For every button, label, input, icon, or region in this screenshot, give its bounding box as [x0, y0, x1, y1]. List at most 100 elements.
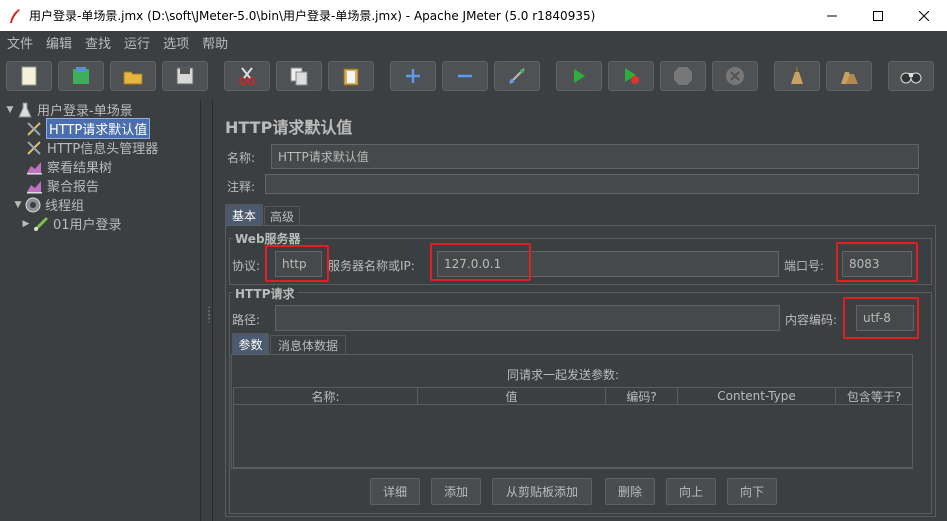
tree-item-results-tree[interactable]: 察看结果树 [26, 157, 112, 176]
new-icon [21, 66, 37, 86]
tab-body-data[interactable]: 消息体数据 [270, 335, 346, 354]
config-icon [26, 121, 44, 137]
collapse-all-button[interactable] [442, 61, 488, 91]
expand-icon [406, 69, 420, 83]
name-label: 名称: [227, 151, 256, 165]
tab-parameters[interactable]: 参数 [232, 333, 269, 354]
title-bar: 用户登录-单场景.jmx (D:\soft\JMeter-5.0\bin\用户登… [0, 0, 947, 31]
collapse-arrow-icon[interactable]: ▼ [12, 200, 24, 210]
tree-label: 聚合报告 [47, 180, 100, 195]
config-icon [26, 140, 44, 156]
highlight-port [836, 242, 918, 282]
expand-arrow-icon[interactable]: ▶ [20, 219, 32, 229]
comment-label: 注释: [227, 180, 256, 194]
start-button[interactable] [556, 61, 602, 91]
http-defaults-panel: HTTP请求默认值 名称: HTTP请求默认值 注释: 基本 高级 Web服务器… [214, 100, 947, 521]
collapse-icon [458, 74, 472, 78]
parameters-table[interactable]: 名称: 值 编码? Content-Type 包含等于? [233, 387, 913, 468]
add-button[interactable]: 添加 [431, 478, 481, 505]
start-icon [574, 69, 585, 83]
maximize-icon [873, 10, 883, 21]
menu-help[interactable]: 帮助 [202, 33, 228, 52]
stop-button[interactable] [660, 61, 706, 91]
tree-root-test-plan[interactable]: ▼ 用户登录-单场景 [4, 100, 133, 119]
open-button[interactable] [110, 61, 156, 91]
column-header-value[interactable]: 值 [418, 388, 606, 405]
templates-button[interactable] [58, 61, 104, 91]
menu-edit[interactable]: 编辑 [46, 33, 72, 52]
save-button[interactable] [162, 61, 208, 91]
clear-button[interactable] [774, 61, 820, 91]
expand-all-button[interactable] [390, 61, 436, 91]
shutdown-button[interactable] [712, 61, 758, 91]
tree-item-http-defaults[interactable]: HTTP请求默认值 [26, 118, 151, 139]
close-icon [919, 10, 929, 21]
listener-icon [26, 159, 44, 175]
tree-item-thread-group[interactable]: ▼ 线程组 [12, 195, 84, 214]
menu-run[interactable]: 运行 [124, 33, 150, 52]
toolbar [0, 53, 947, 99]
save-icon [176, 67, 194, 85]
port-label: 端口号: [784, 259, 825, 273]
new-button[interactable] [6, 61, 52, 91]
encoding-label: 内容编码: [785, 313, 838, 327]
collapse-arrow-icon[interactable]: ▼ [4, 105, 16, 115]
tree-item-login-sampler[interactable]: ▶ 01用户登录 [20, 214, 122, 233]
tab-advanced[interactable]: 高级 [264, 206, 300, 225]
clear-all-icon [841, 72, 858, 84]
listener-icon [26, 178, 44, 194]
toggle-icon [509, 68, 525, 84]
tree-label: HTTP信息头管理器 [47, 142, 159, 157]
server-label: 服务器名称或IP: [328, 259, 415, 273]
add-from-clipboard-button[interactable]: 从剪贴板添加 [492, 478, 592, 505]
menu-search[interactable]: 查找 [85, 33, 111, 52]
detail-button[interactable]: 详细 [370, 478, 420, 505]
close-button[interactable] [901, 0, 947, 31]
tree-label: 察看结果树 [47, 161, 113, 176]
column-header-content-type[interactable]: Content-Type [678, 388, 836, 405]
tab-basic[interactable]: 基本 [225, 204, 263, 225]
tree-label: 线程组 [45, 199, 85, 214]
split-pane-divider[interactable]: ⋮ ⋮ ⋮ [201, 100, 214, 521]
paste-button[interactable] [328, 61, 374, 91]
stop-icon [674, 67, 692, 85]
comment-field[interactable] [265, 174, 919, 194]
menu-file[interactable]: 文件 [7, 33, 33, 52]
tree-item-aggregate-report[interactable]: 聚合报告 [26, 176, 99, 195]
menu-options[interactable]: 选项 [163, 33, 189, 52]
highlight-server [430, 243, 531, 281]
maximize-button[interactable] [855, 0, 901, 31]
path-label: 路径: [232, 313, 261, 327]
minimize-icon [827, 15, 837, 16]
clear-all-button[interactable] [826, 61, 872, 91]
params-caption: 同请求一起发送参数: [507, 368, 620, 382]
column-header-name[interactable]: 名称: [234, 388, 418, 405]
tree-label: 01用户登录 [53, 218, 122, 233]
move-up-button[interactable]: 向上 [666, 478, 716, 505]
minimize-button[interactable] [809, 0, 855, 31]
tree-item-header-manager[interactable]: HTTP信息头管理器 [26, 138, 158, 157]
column-header-encode[interactable]: 编码? [606, 388, 678, 405]
path-field[interactable] [275, 305, 780, 331]
page-title: HTTP请求默认值 [225, 118, 353, 137]
cut-button[interactable] [224, 61, 270, 91]
move-down-button[interactable]: 向下 [727, 478, 777, 505]
clear-icon [791, 67, 803, 84]
paste-icon [343, 68, 359, 86]
delete-button[interactable]: 删除 [605, 478, 655, 505]
copy-button[interactable] [276, 61, 322, 91]
start-no-pause-icon [625, 68, 639, 84]
toggle-button[interactable] [494, 61, 540, 91]
jmeter-feather-icon [10, 8, 20, 23]
name-field[interactable]: HTTP请求默认值 [271, 144, 919, 169]
start-no-pauses-button[interactable] [608, 61, 654, 91]
copy-icon [290, 67, 308, 86]
search-button[interactable] [888, 61, 934, 91]
tree-label: HTTP请求默认值 [45, 118, 151, 139]
highlight-encoding [843, 297, 919, 339]
test-plan-icon [16, 102, 34, 118]
templates-icon [73, 67, 89, 84]
search-icon [900, 72, 922, 84]
column-header-include-equals[interactable]: 包含等于? [836, 388, 912, 405]
test-plan-tree: ▼ 用户登录-单场景 HTTP请求默认值 HTTP信息头管理器 察看结果树 聚合… [0, 100, 201, 521]
